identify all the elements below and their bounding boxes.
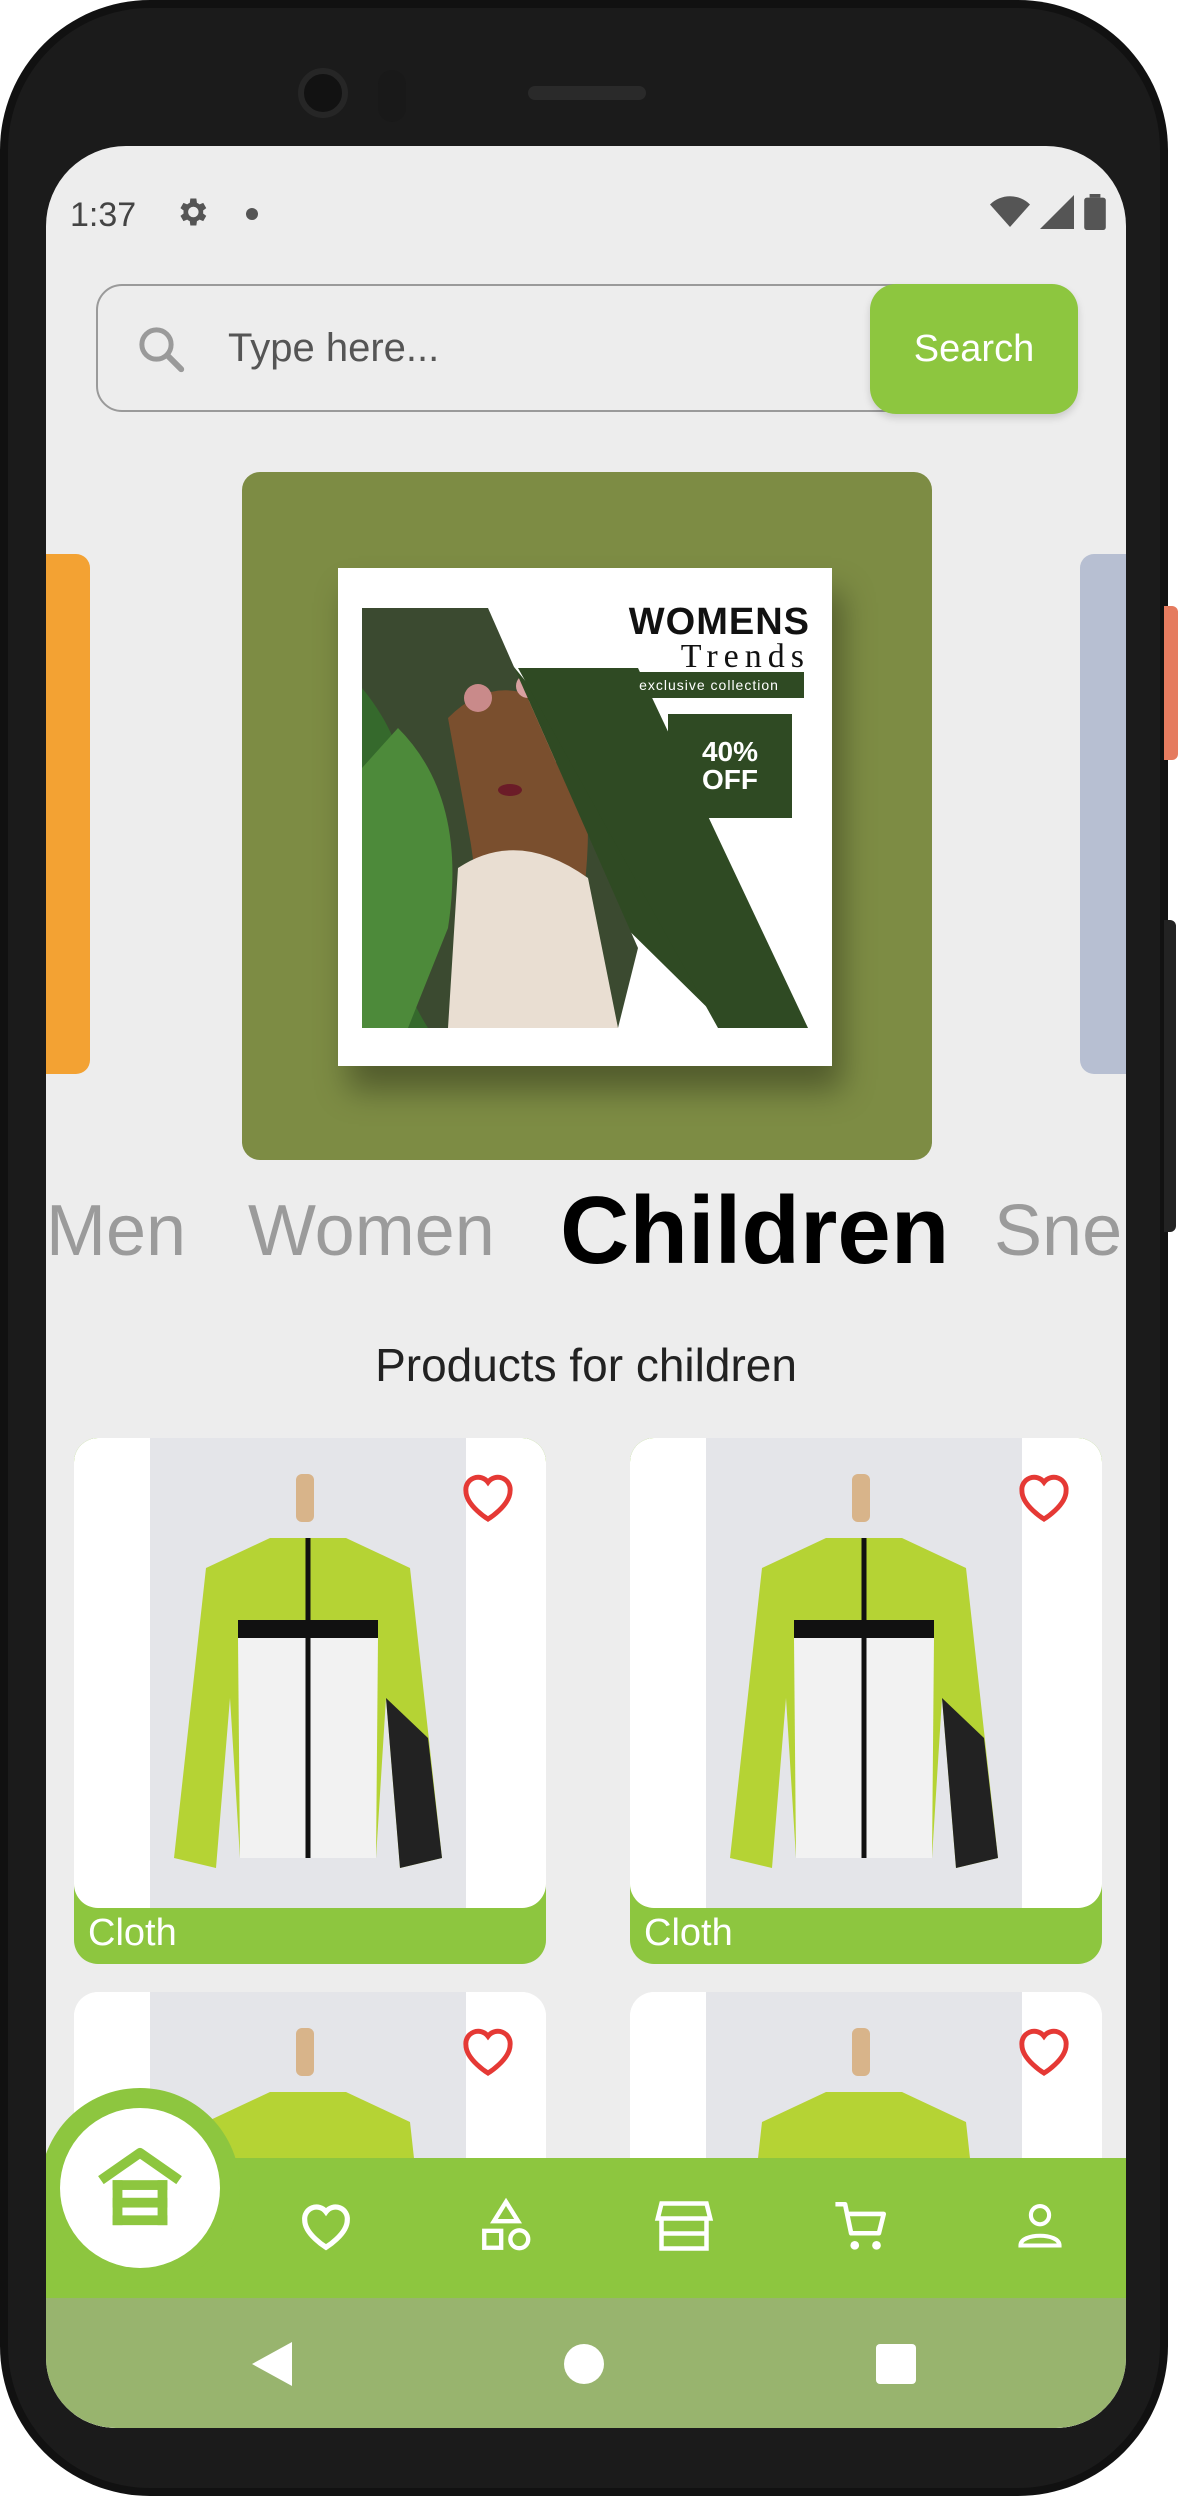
signal-icon bbox=[1040, 195, 1074, 229]
favorite-heart-icon[interactable] bbox=[458, 1470, 518, 1524]
section-title: Products for children bbox=[375, 1339, 797, 1391]
jacket-image bbox=[730, 1474, 998, 1868]
earpiece-speaker bbox=[528, 86, 646, 100]
notification-dot bbox=[246, 208, 258, 220]
jacket-image bbox=[174, 1474, 442, 1868]
home-icon bbox=[98, 2147, 182, 2226]
nav-profile[interactable] bbox=[1000, 2186, 1080, 2266]
product-image-area bbox=[630, 1438, 1102, 1908]
promo-discount: 40% OFF bbox=[668, 714, 792, 818]
back-icon[interactable] bbox=[252, 2342, 292, 2386]
shapes-icon bbox=[482, 2197, 531, 2251]
recent-apps-button[interactable] bbox=[876, 2344, 916, 2384]
wifi-icon bbox=[990, 196, 1030, 227]
favorite-heart-icon[interactable] bbox=[1014, 2024, 1074, 2078]
promo-title: WOMENS bbox=[628, 601, 810, 643]
banner-card-prev[interactable] bbox=[46, 554, 90, 1074]
favorite-heart-icon[interactable] bbox=[1014, 1470, 1074, 1524]
proximity-sensor bbox=[378, 70, 406, 122]
search-button[interactable]: Search bbox=[870, 284, 1078, 414]
category-tab-sneakers[interactable]: Sne bbox=[994, 1190, 1122, 1272]
nav-cart[interactable] bbox=[822, 2186, 902, 2266]
phone-frame: 1:37 Type here... Search WOMENS Trends e… bbox=[0, 0, 1168, 2496]
front-camera bbox=[298, 68, 348, 118]
product-label: Cloth bbox=[88, 1912, 177, 1954]
power-button bbox=[1164, 606, 1178, 760]
settings-icon bbox=[180, 198, 207, 226]
system-home-button[interactable] bbox=[564, 2344, 604, 2384]
category-tab-women[interactable]: Women bbox=[248, 1190, 495, 1272]
person-icon bbox=[1018, 2204, 1062, 2248]
banner-card-next[interactable] bbox=[1080, 554, 1126, 1074]
favorite-heart-icon[interactable] bbox=[458, 2024, 518, 2078]
product-card[interactable]: Cloth bbox=[74, 1438, 546, 1964]
product-label: Cloth bbox=[644, 1912, 733, 1954]
cart-icon bbox=[835, 2201, 887, 2250]
category-tab-men[interactable]: Men bbox=[46, 1190, 186, 1272]
promo-discount-value: 40% bbox=[701, 736, 759, 767]
nav-store[interactable] bbox=[644, 2186, 724, 2266]
nav-home[interactable] bbox=[60, 2108, 220, 2268]
status-icons bbox=[990, 194, 1106, 230]
promo-tagline: exclusive collection bbox=[614, 672, 804, 698]
product-photo bbox=[150, 1438, 466, 1908]
store-icon bbox=[654, 2201, 714, 2251]
product-image-area bbox=[74, 1438, 546, 1908]
banner-card-current[interactable]: WOMENS Trends exclusive collection 40% O… bbox=[242, 472, 932, 1160]
product-card[interactable]: Cloth bbox=[630, 1438, 1102, 1964]
status-time: 1:37 bbox=[70, 196, 137, 234]
search-input[interactable]: Type here... bbox=[228, 316, 648, 380]
category-tab-children[interactable]: Children bbox=[560, 1176, 949, 1286]
battery-icon bbox=[1084, 194, 1106, 230]
system-navigation-bar bbox=[46, 2298, 1126, 2428]
product-photo bbox=[706, 1438, 1022, 1908]
heart-icon bbox=[302, 2204, 350, 2251]
promo-discount-label: OFF bbox=[702, 764, 758, 795]
app-screen: 1:37 Type here... Search WOMENS Trends e… bbox=[46, 146, 1126, 2428]
promo-ad: WOMENS Trends exclusive collection 40% O… bbox=[338, 568, 832, 1066]
nav-categories[interactable] bbox=[466, 2186, 546, 2266]
nav-favorites[interactable] bbox=[286, 2186, 366, 2266]
search-icon bbox=[139, 327, 185, 373]
volume-button bbox=[1164, 920, 1176, 1232]
promo-subtitle: Trends bbox=[680, 638, 810, 675]
